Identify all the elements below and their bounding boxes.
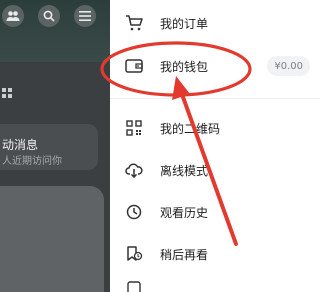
- menu-item-wallet[interactable]: 我的钱包 ¥0.00: [110, 46, 320, 86]
- menu-label-offline: 离线模式: [160, 163, 209, 178]
- cloud-download-icon: [124, 160, 144, 180]
- wallet-balance-badge: ¥0.00: [267, 56, 310, 76]
- cart-icon: [124, 13, 144, 33]
- bookmark-clock-icon: [124, 244, 144, 264]
- notification-title: 动消息: [2, 138, 39, 152]
- menu-item-offline[interactable]: 离线模式: [110, 150, 320, 190]
- menu-item-history[interactable]: 观看历史: [110, 192, 320, 232]
- search-icon[interactable]: [38, 5, 60, 27]
- menu-item-orders[interactable]: 我的订单: [110, 3, 320, 43]
- grid-icon: [2, 88, 12, 98]
- menu-item-partial[interactable]: [110, 278, 320, 292]
- qrcode-icon: [124, 118, 144, 138]
- menu-item-watch-later[interactable]: 稍后再看: [110, 234, 320, 274]
- menu-item-qrcode[interactable]: 我的二维码: [110, 108, 320, 148]
- menu-label-wallet: 我的钱包: [160, 59, 209, 74]
- clock-icon: [124, 202, 144, 222]
- background-app: 动消息 人近期访问你: [0, 0, 110, 292]
- menu-divider: [110, 98, 320, 99]
- menu-label-watch-later: 稍后再看: [160, 247, 209, 262]
- notification-subtitle: 人近期访问你: [2, 156, 62, 167]
- menu-label-history: 观看历史: [160, 205, 209, 220]
- notification-card[interactable]: 动消息 人近期访问你: [0, 124, 98, 170]
- menu-icon[interactable]: [74, 5, 96, 27]
- people-icon[interactable]: [2, 5, 24, 27]
- partial-item-icon: [124, 278, 144, 292]
- wallet-icon: [124, 56, 144, 76]
- menu-label-orders: 我的订单: [160, 16, 209, 31]
- menu-label-qrcode: 我的二维码: [160, 121, 221, 136]
- background-card: [0, 186, 104, 292]
- side-drawer: 我的订单 我的钱包 ¥0.00 我的二维码 离线模式 观看历史 稍后再看: [110, 0, 320, 292]
